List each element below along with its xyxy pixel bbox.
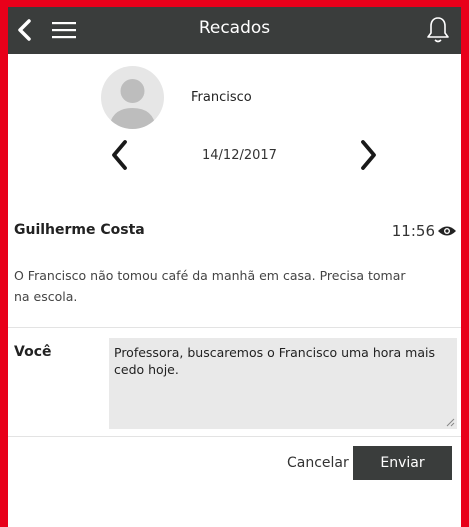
message-sender: Guilherme Costa [14, 222, 145, 238]
page-title: Recados [198, 18, 271, 38]
cancel-button[interactable]: Cancelar [287, 455, 349, 471]
message-time: 11:56 [391, 222, 435, 240]
next-date-icon[interactable] [358, 138, 380, 172]
current-date: 14/12/2017 [202, 148, 277, 163]
student-name: Francisco [191, 90, 252, 105]
previous-date-icon[interactable] [108, 138, 130, 172]
resize-grip-icon[interactable] [446, 418, 455, 427]
eye-icon [438, 226, 456, 236]
message-text: O Francisco não tomou café da manhã em c… [14, 268, 406, 304]
bell-icon[interactable] [425, 15, 451, 45]
reply-label: Você [14, 344, 52, 360]
top-bar: Recados [8, 7, 461, 54]
send-button[interactable]: Enviar [353, 446, 452, 480]
student-avatar [101, 66, 164, 129]
reply-input[interactable]: Professora, buscaremos o Francisco uma h… [109, 338, 457, 429]
user-avatar-icon [109, 79, 156, 129]
